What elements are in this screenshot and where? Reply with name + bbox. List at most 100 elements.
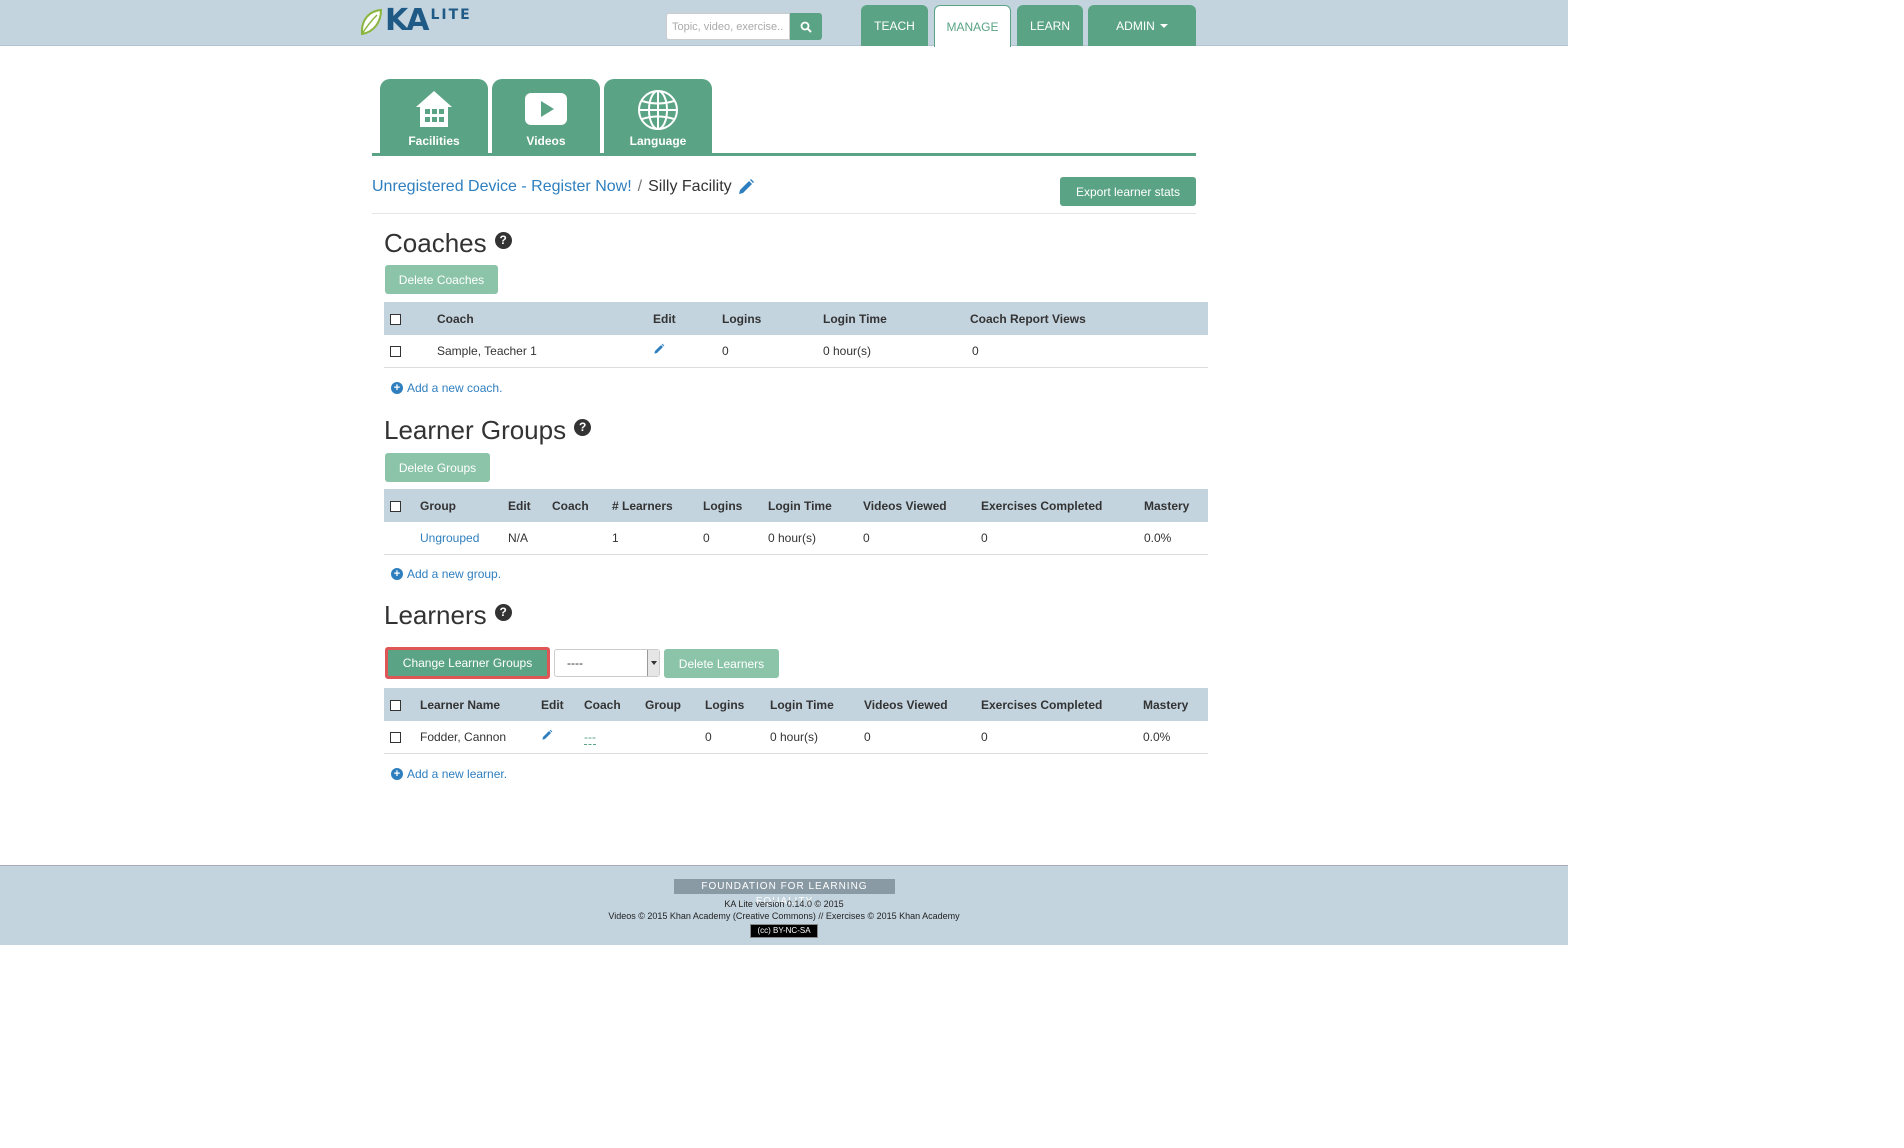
logo-ka-text: KA bbox=[385, 3, 429, 38]
col-logins[interactable]: Logins bbox=[703, 489, 768, 522]
col-login-time[interactable]: Login Time bbox=[823, 302, 970, 335]
breadcrumb: Unregistered Device - Register Now! / Si… bbox=[372, 178, 755, 196]
add-group-link[interactable]: + Add a new group. bbox=[391, 567, 501, 581]
learners-title: Learners bbox=[384, 600, 487, 630]
group-mastery: 0.0% bbox=[1144, 522, 1208, 555]
group-link[interactable]: Ungrouped bbox=[420, 531, 479, 545]
edit-learner[interactable] bbox=[541, 721, 584, 754]
change-learner-groups-button[interactable]: Change Learner Groups bbox=[385, 647, 550, 679]
tab-videos-label: Videos bbox=[526, 134, 566, 148]
col-coach[interactable]: Coach bbox=[552, 489, 612, 522]
col-edit: Edit bbox=[653, 302, 722, 335]
learner-coach[interactable]: --- bbox=[584, 721, 645, 754]
group-login-time: 0 hour(s) bbox=[768, 522, 863, 555]
tab-facilities-label: Facilities bbox=[408, 134, 460, 148]
pencil-icon[interactable] bbox=[737, 178, 755, 196]
footer: FOUNDATION FOR LEARNING EQUALITY KA Lite… bbox=[0, 865, 1568, 945]
coach-name: Sample, Teacher 1 bbox=[437, 335, 653, 368]
select-all-coaches[interactable] bbox=[384, 302, 437, 335]
ka-lite-logo[interactable]: KA LITE bbox=[359, 6, 472, 38]
tab-videos[interactable]: Videos bbox=[492, 79, 600, 153]
chevron-down-icon[interactable] bbox=[647, 650, 659, 676]
top-navbar: KA LITE TEACH MANAGE LEARN ADMIN bbox=[0, 0, 1568, 47]
breadcrumb-device-link[interactable]: Unregistered Device - Register Now! bbox=[372, 178, 632, 196]
col-logins[interactable]: Logins bbox=[722, 302, 823, 335]
col-login-time[interactable]: Login Time bbox=[770, 688, 864, 721]
delete-groups-button[interactable]: Delete Groups bbox=[385, 453, 490, 482]
leaf-icon bbox=[360, 8, 383, 36]
delete-coaches-button[interactable]: Delete Coaches bbox=[385, 265, 498, 294]
learner-videos: 0 bbox=[864, 721, 981, 754]
col-learner-name[interactable]: Learner Name bbox=[420, 688, 541, 721]
search-input[interactable] bbox=[666, 13, 790, 40]
tab-language-label: Language bbox=[629, 134, 687, 148]
col-group[interactable]: Group bbox=[420, 489, 508, 522]
tab-facilities[interactable]: Facilities bbox=[380, 79, 488, 153]
coach-logins: 0 bbox=[722, 335, 823, 368]
plus-circle-icon: + bbox=[391, 768, 403, 780]
col-coach[interactable]: Coach bbox=[584, 688, 645, 721]
delete-learners-button[interactable]: Delete Learners bbox=[664, 649, 779, 678]
logo-lite-text: LITE bbox=[430, 7, 472, 23]
help-icon[interactable]: ? bbox=[494, 604, 512, 621]
col-group[interactable]: Group bbox=[645, 688, 705, 721]
export-learner-stats-button[interactable]: Export learner stats bbox=[1060, 177, 1196, 206]
group-select[interactable]: ---- bbox=[554, 649, 660, 677]
nav-learn-label: LEARN bbox=[1029, 18, 1070, 33]
select-all-learners[interactable] bbox=[384, 688, 420, 721]
add-learner-link[interactable]: + Add a new learner. bbox=[391, 767, 507, 781]
pencil-icon[interactable] bbox=[541, 729, 553, 741]
col-videos-viewed[interactable]: Videos Viewed bbox=[863, 489, 981, 522]
learner-groups-heading: Learner Groups ? bbox=[384, 415, 592, 446]
search-button[interactable] bbox=[790, 13, 822, 40]
add-group-label[interactable]: Add a new group. bbox=[407, 567, 501, 581]
nav-learn[interactable]: LEARN bbox=[1017, 5, 1083, 46]
checkbox[interactable] bbox=[390, 313, 401, 325]
cc-license-badge[interactable]: (cc) BY-NC-SA bbox=[750, 924, 818, 938]
nav-manage[interactable]: MANAGE bbox=[934, 5, 1011, 47]
checkbox[interactable] bbox=[390, 500, 401, 512]
help-icon[interactable]: ? bbox=[574, 419, 592, 436]
col-edit: Edit bbox=[541, 688, 584, 721]
col-num-learners[interactable]: # Learners bbox=[612, 489, 703, 522]
nav-admin-dropdown[interactable]: ADMIN bbox=[1088, 5, 1196, 46]
add-coach-link[interactable]: + Add a new coach. bbox=[391, 381, 502, 395]
fle-logo[interactable]: FOUNDATION FOR LEARNING EQUALITY bbox=[674, 879, 895, 907]
table-row: Sample, Teacher 1 0 0 hour(s) 0 bbox=[384, 335, 1208, 368]
col-mastery[interactable]: Mastery bbox=[1143, 688, 1208, 721]
nav-teach[interactable]: TEACH bbox=[861, 5, 928, 46]
tab-language[interactable]: Language bbox=[604, 79, 712, 153]
checkbox[interactable] bbox=[390, 699, 401, 711]
select-all-groups[interactable] bbox=[384, 489, 420, 522]
pencil-icon[interactable] bbox=[653, 343, 665, 355]
col-exercises-completed[interactable]: Exercises Completed bbox=[981, 688, 1143, 721]
col-videos-viewed[interactable]: Videos Viewed bbox=[864, 688, 981, 721]
group-learners: 1 bbox=[612, 522, 703, 555]
col-edit: Edit bbox=[508, 489, 552, 522]
table-header-row: Learner Name Edit Coach Group Logins Log… bbox=[384, 688, 1208, 721]
col-exercises-completed[interactable]: Exercises Completed bbox=[981, 489, 1144, 522]
edit-coach[interactable] bbox=[653, 335, 722, 368]
learner-login-time: 0 hour(s) bbox=[770, 721, 864, 754]
caret-down-icon bbox=[1159, 23, 1168, 28]
table-row: Ungrouped N/A 1 0 0 hour(s) 0 0 0.0% bbox=[384, 522, 1208, 555]
add-coach-label[interactable]: Add a new coach. bbox=[407, 381, 502, 395]
row-select-empty bbox=[384, 522, 420, 555]
col-coach[interactable]: Coach bbox=[437, 302, 653, 335]
learner-coach-value[interactable]: --- bbox=[584, 729, 596, 745]
col-login-time[interactable]: Login Time bbox=[768, 489, 863, 522]
col-coach-report-views[interactable]: Coach Report Views bbox=[970, 302, 1208, 335]
footer-version: KA Lite version 0.14.0 © 2015 bbox=[724, 899, 844, 909]
coach-login-time: 0 hour(s) bbox=[823, 335, 970, 368]
checkbox[interactable] bbox=[390, 732, 401, 744]
learner-logins: 0 bbox=[705, 721, 770, 754]
row-select[interactable] bbox=[384, 721, 420, 754]
add-learner-label[interactable]: Add a new learner. bbox=[407, 767, 507, 781]
col-mastery[interactable]: Mastery bbox=[1144, 489, 1208, 522]
help-icon[interactable]: ? bbox=[494, 232, 512, 249]
row-select[interactable] bbox=[384, 335, 437, 368]
groups-table: Group Edit Coach # Learners Logins Login… bbox=[384, 489, 1208, 555]
col-logins[interactable]: Logins bbox=[705, 688, 770, 721]
checkbox[interactable] bbox=[390, 346, 401, 358]
coaches-title: Coaches bbox=[384, 228, 487, 258]
